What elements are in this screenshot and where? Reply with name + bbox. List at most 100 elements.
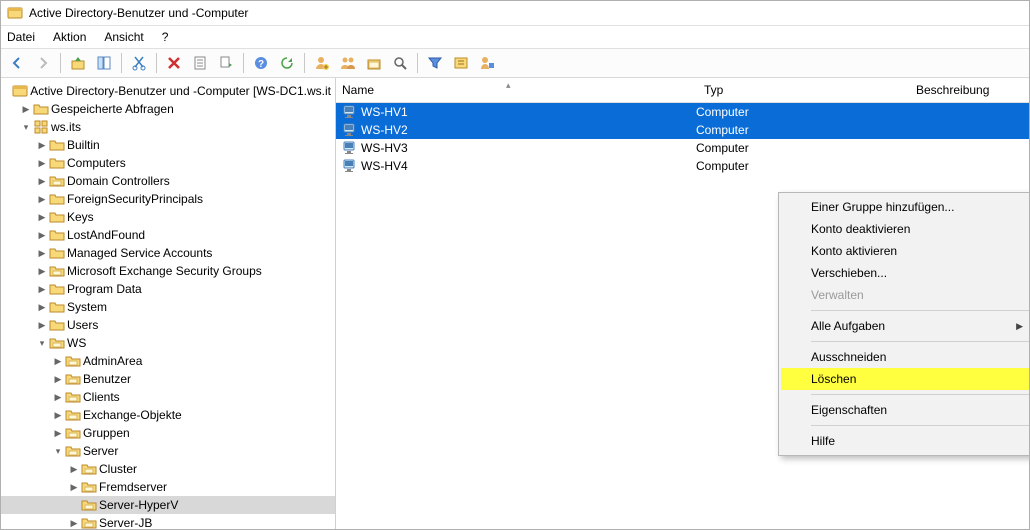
separator (811, 341, 1029, 342)
show-hide-button[interactable] (92, 51, 116, 75)
ctx-delete[interactable]: Löschen (781, 368, 1030, 390)
tree-lostandfound[interactable]: ▶LostAndFound (1, 226, 335, 244)
tree-mesg[interactable]: ▶Microsoft Exchange Security Groups (1, 262, 335, 280)
column-header-name[interactable]: Name (336, 83, 698, 97)
tree-system[interactable]: ▶System (1, 298, 335, 316)
tree-exchange-objekte[interactable]: ▶Exchange-Objekte (1, 406, 335, 424)
new-user-button[interactable] (310, 51, 334, 75)
menu-file[interactable]: Datei (7, 30, 35, 44)
titlebar: Active Directory-Benutzer und -Computer (1, 1, 1029, 26)
computer-icon (342, 140, 358, 156)
find-button[interactable] (388, 51, 412, 75)
expander-icon[interactable]: ▶ (51, 356, 65, 367)
tree-users[interactable]: ▶Users (1, 316, 335, 334)
up-button[interactable] (66, 51, 90, 75)
nav-forward-button[interactable] (31, 51, 55, 75)
tree-ws[interactable]: ▾WS (1, 334, 335, 352)
list-cell-type: Computer (696, 123, 749, 137)
ctx-activate-account[interactable]: Konto aktivieren (781, 240, 1030, 262)
ctx-cut[interactable]: Ausschneiden (781, 346, 1030, 368)
tree-server-hyperv[interactable]: Server-HyperV (1, 496, 335, 514)
tree-program-data[interactable]: ▶Program Data (1, 280, 335, 298)
expander-icon[interactable]: ▶ (35, 212, 49, 223)
tree-builtin[interactable]: ▶Builtin (1, 136, 335, 154)
tree-fremdserver[interactable]: ▶Fremdserver (1, 478, 335, 496)
tree-keys[interactable]: ▶Keys (1, 208, 335, 226)
filter-button[interactable] (423, 51, 447, 75)
tree-dc[interactable]: ▶Domain Controllers (1, 172, 335, 190)
tree-msa[interactable]: ▶Managed Service Accounts (1, 244, 335, 262)
tree-domain[interactable]: ▾ ws.its (1, 118, 335, 136)
tree-root[interactable]: Active Directory-Benutzer und -Computer … (1, 82, 335, 100)
aduc-icon (7, 5, 23, 21)
expander-icon[interactable]: ▶ (35, 248, 49, 259)
new-ou-button[interactable] (362, 51, 386, 75)
export-button[interactable] (214, 51, 238, 75)
tree-label: Active Directory-Benutzer und -Computer … (30, 84, 331, 98)
expander-icon[interactable]: ▶ (35, 176, 49, 187)
tree-computers[interactable]: ▶Computers (1, 154, 335, 172)
ctx-help[interactable]: Hilfe (781, 430, 1030, 452)
expander-icon[interactable]: ▶ (51, 410, 65, 421)
list-cell-name: WS-HV3 (361, 141, 408, 155)
tree-adminarea[interactable]: ▶AdminArea (1, 352, 335, 370)
properties-button[interactable] (188, 51, 212, 75)
expander-icon[interactable]: ▾ (51, 446, 65, 457)
expander-icon[interactable]: ▾ (35, 338, 49, 349)
query-button[interactable] (449, 51, 473, 75)
tree-fsp[interactable]: ▶ForeignSecurityPrincipals (1, 190, 335, 208)
ctx-deactivate-account[interactable]: Konto deaktivieren (781, 218, 1030, 240)
expander-icon[interactable]: ▶ (35, 320, 49, 331)
tree-benutzer[interactable]: ▶ Benutzer (1, 370, 335, 388)
delete-button[interactable] (162, 51, 186, 75)
expander-icon[interactable]: ▶ (67, 464, 81, 475)
tree-clients[interactable]: ▶Clients (1, 388, 335, 406)
ou-icon (81, 479, 97, 495)
expander-icon[interactable]: ▶ (35, 302, 49, 313)
expander-icon[interactable]: ▶ (67, 482, 81, 493)
folder-icon (49, 137, 65, 153)
expander-icon[interactable]: ▶ (35, 140, 49, 151)
column-header-desc[interactable]: Beschreibung (910, 83, 1029, 97)
list-row[interactable]: WS-HV2Computer (336, 121, 1029, 139)
cut-button[interactable] (127, 51, 151, 75)
tree-label: ws.its (51, 120, 81, 134)
computer-icon (342, 158, 358, 174)
expander-icon[interactable]: ▶ (35, 230, 49, 241)
help-button[interactable]: ? (249, 51, 273, 75)
list-row[interactable]: WS-HV1Computer (336, 103, 1029, 121)
menu-view[interactable]: Ansicht (104, 30, 143, 44)
new-group-button[interactable] (336, 51, 360, 75)
tree-gruppen[interactable]: ▶Gruppen (1, 424, 335, 442)
menu-help[interactable]: ? (162, 30, 169, 44)
tree-saved-queries[interactable]: ▶ Gespeicherte Abfragen (1, 100, 335, 118)
tree-server[interactable]: ▾Server (1, 442, 335, 460)
expander-icon[interactable]: ▶ (51, 428, 65, 439)
expander-icon[interactable]: ▶ (35, 266, 49, 277)
folder-icon (49, 299, 65, 315)
tree-pane[interactable]: Active Directory-Benutzer und -Computer … (1, 78, 336, 529)
ctx-add-to-group[interactable]: Einer Gruppe hinzufügen... (781, 196, 1030, 218)
refresh-button[interactable] (275, 51, 299, 75)
add-to-group-button[interactable] (475, 51, 499, 75)
expander-icon[interactable]: ▶ (51, 374, 65, 385)
expander-icon[interactable]: ▾ (19, 122, 33, 133)
expander-icon[interactable]: ▶ (19, 104, 33, 115)
list-cell-name: WS-HV1 (361, 105, 408, 119)
list-row[interactable]: WS-HV4Computer (336, 157, 1029, 175)
ctx-all-tasks[interactable]: Alle Aufgaben▶ (781, 315, 1030, 337)
tree-server-jb[interactable]: ▶Server-JB (1, 514, 335, 529)
tree-cluster[interactable]: ▶Cluster (1, 460, 335, 478)
list-row[interactable]: WS-HV3Computer (336, 139, 1029, 157)
menu-action[interactable]: Aktion (53, 30, 86, 44)
tree-label: Benutzer (83, 372, 131, 386)
nav-back-button[interactable] (5, 51, 29, 75)
expander-icon[interactable]: ▶ (67, 518, 81, 529)
expander-icon[interactable]: ▶ (51, 392, 65, 403)
ctx-properties[interactable]: Eigenschaften (781, 399, 1030, 421)
expander-icon[interactable]: ▶ (35, 158, 49, 169)
column-header-type[interactable]: Typ (698, 83, 910, 97)
expander-icon[interactable]: ▶ (35, 284, 49, 295)
expander-icon[interactable]: ▶ (35, 194, 49, 205)
ctx-move[interactable]: Verschieben... (781, 262, 1030, 284)
